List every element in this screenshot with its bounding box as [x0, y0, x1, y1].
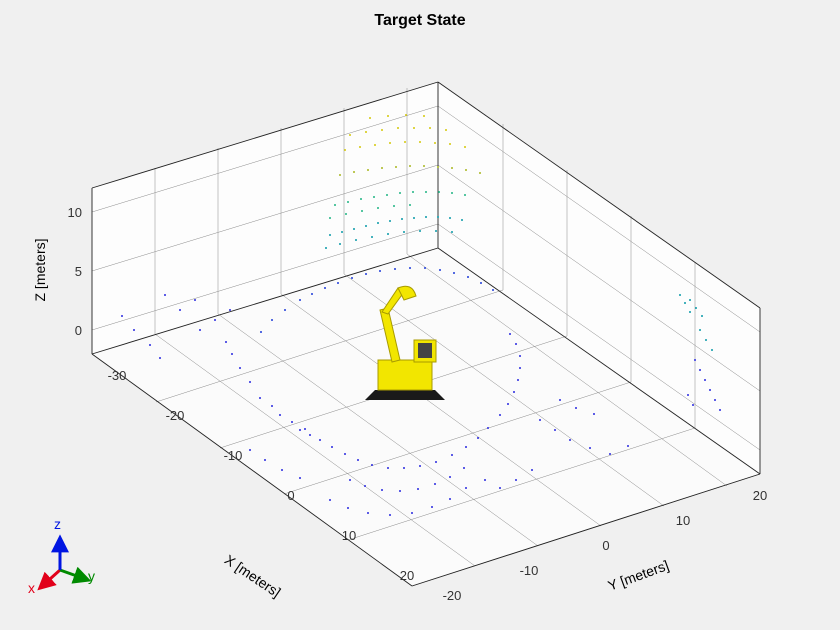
- figure: Target State: [0, 0, 840, 630]
- svg-text:-10: -10: [224, 448, 243, 463]
- z-ticks: 0 5 10: [68, 205, 82, 338]
- svg-text:20: 20: [753, 488, 767, 503]
- x-axis-label: X [meters]: [222, 551, 284, 600]
- x-axis-arrow-icon: [40, 570, 60, 588]
- svg-text:-20: -20: [443, 588, 462, 603]
- y-axis-arrow-icon: [60, 570, 88, 580]
- svg-text:0: 0: [602, 538, 609, 553]
- axes-3d[interactable]: -30 -20 -10 0 10 20 -20 -10 0 10 20 0 5 …: [0, 0, 840, 630]
- svg-text:-30: -30: [108, 368, 127, 383]
- inset-x-label: x: [28, 580, 35, 596]
- svg-text:-10: -10: [520, 563, 539, 578]
- svg-text:20: 20: [400, 568, 414, 583]
- orientation-axes-inset: x y z: [30, 520, 110, 600]
- z-axis-label: Z [meters]: [32, 238, 48, 301]
- svg-text:10: 10: [676, 513, 690, 528]
- svg-text:10: 10: [68, 205, 82, 220]
- svg-text:-20: -20: [166, 408, 185, 423]
- svg-text:10: 10: [342, 528, 356, 543]
- svg-text:0: 0: [75, 323, 82, 338]
- inset-z-label: z: [54, 516, 61, 532]
- inset-y-label: y: [88, 568, 95, 584]
- svg-text:5: 5: [75, 264, 82, 279]
- svg-text:0: 0: [287, 488, 294, 503]
- y-axis-label: Y [meters]: [606, 557, 671, 594]
